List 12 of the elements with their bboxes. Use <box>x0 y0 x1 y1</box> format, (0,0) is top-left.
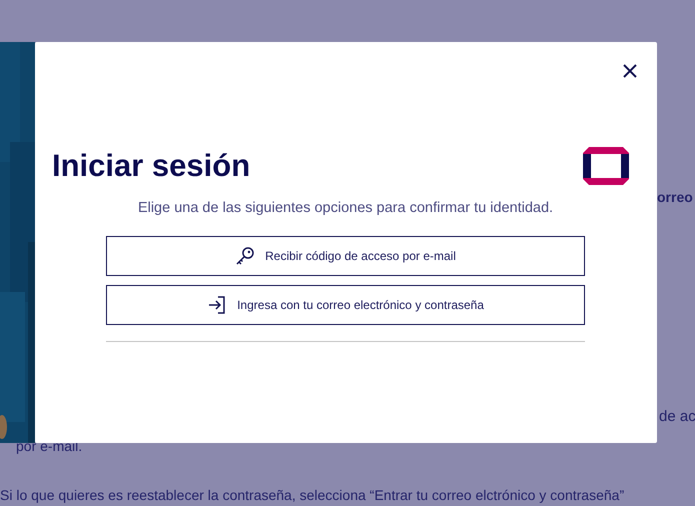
option-button[interactable]: Recibir código de acceso por e-mail <box>106 236 585 276</box>
key-icon <box>235 246 256 266</box>
sign-in-icon <box>207 295 228 315</box>
instruction-text: Elige una de las siguientes opciones para confirmar tu identidad. <box>136 200 554 216</box>
note-text: Si lo que quieres es reestablecer la contraseña, selecciona “Entrar tu correo elctrónico y contraseña” <box>0 487 624 503</box>
heading-text: orreo <box>657 189 693 205</box>
paragraph-text: por e-mail. <box>16 438 82 454</box>
paragraph-text: de ac <box>659 408 695 425</box>
dialog-title: Iniciar sesión <box>52 148 250 184</box>
close-icon[interactable] <box>623 64 637 78</box>
logo-icon <box>583 147 629 185</box>
option-button[interactable]: Ingresa con tu correo electrónico y contraseña <box>106 285 585 325</box>
